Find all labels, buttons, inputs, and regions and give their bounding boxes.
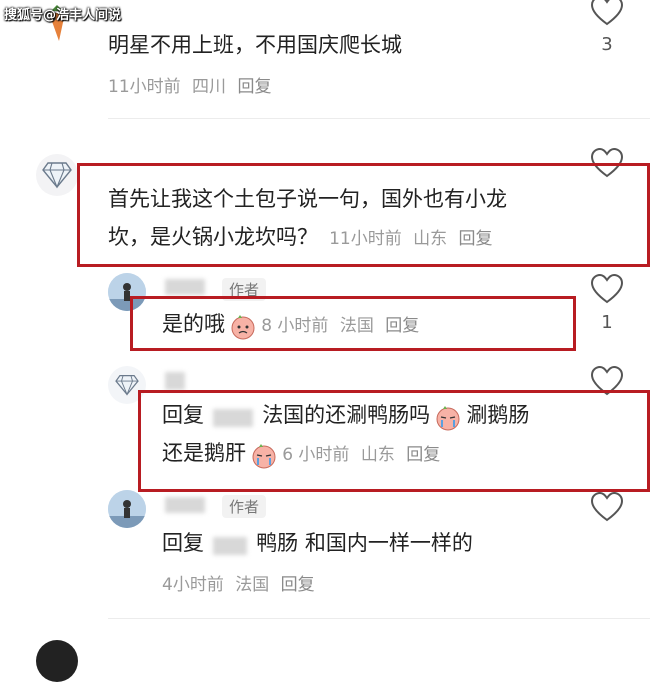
like-button[interactable] (590, 491, 624, 526)
crying-face-emoji (436, 405, 460, 430)
blurred-username (165, 494, 205, 513)
comment-location: 四川 (192, 77, 227, 97)
comment-meta: 11小时前 山东 回复 (329, 229, 498, 249)
reply-line: 回复 法国的还涮鸭肠吗 涮鹅肠 (162, 396, 529, 434)
crying-face-emoji (252, 443, 276, 468)
commenter-avatar[interactable] (36, 154, 78, 196)
reply-prefix: 回复 (162, 403, 204, 427)
reply-line: 是的哦 8 小时前 法国 回复 (162, 305, 425, 343)
divider (108, 118, 650, 119)
comment-time: 11小时前 (329, 229, 402, 249)
comment-line2: 坎，是火锅小龙坎吗？ 11小时前 山东 回复 (108, 218, 499, 256)
reply-location: 法国 (339, 316, 374, 336)
reply-location: 山东 (360, 445, 395, 465)
reply-prefix: 回复 (162, 531, 204, 555)
blurred-username (213, 408, 254, 427)
diamond-icon (42, 162, 72, 189)
comment-text: 坎，是火锅小龙坎吗？ (108, 225, 318, 249)
comment-meta: 11小时前 四川 回复 (108, 72, 277, 97)
replier-avatar[interactable] (108, 490, 146, 528)
like-button[interactable] (590, 0, 624, 30)
watermark: 搜狐号@浩丰人间说 (4, 8, 122, 23)
reply-text: 鸭肠 和国内一样一样的 (256, 531, 473, 555)
heart-outline-icon (590, 491, 624, 522)
blurred-username (165, 276, 205, 295)
reply-meta: 8 小时前 法国 回复 (261, 316, 425, 336)
commenter-avatar[interactable] (36, 640, 78, 682)
like-count: 1 (601, 312, 613, 333)
reply-time: 4小时前 (162, 575, 224, 595)
crying-face-emoji (231, 314, 255, 339)
reply-location: 法国 (235, 575, 270, 595)
reply-time: 6 小时前 (282, 445, 350, 465)
comment-text: 明星不用上班，不用国庆爬长城 (108, 33, 402, 57)
author-tag: 作者 (222, 495, 267, 518)
reply-button[interactable]: 回复 (237, 77, 271, 97)
reply-text: 还是鹅肝 (162, 441, 246, 465)
reply-text: 是的哦 (162, 312, 225, 336)
diamond-icon (115, 374, 139, 396)
reply-button[interactable]: 回复 (281, 575, 315, 595)
like-count: 3 (601, 34, 613, 55)
heart-outline-icon (590, 0, 624, 26)
person-photo-icon (108, 490, 146, 528)
reply-meta: 4小时前 法国 回复 (162, 570, 321, 595)
reply-time: 8 小时前 (261, 316, 329, 336)
comment-location: 山东 (413, 229, 448, 249)
reply-button[interactable]: 回复 (459, 229, 493, 249)
reply-line: 回复 鸭肠 和国内一样一样的 (162, 524, 473, 562)
reply-text: 涮鹅肠 (466, 403, 530, 427)
comment-time: 11小时前 (108, 77, 181, 97)
reply-button[interactable]: 回复 (406, 445, 440, 465)
comment-text: 首先让我这个土包子说一句，国外也有小龙 (108, 187, 507, 211)
heart-outline-icon (590, 273, 624, 304)
reply-line: 还是鹅肝 6 小时前 山东 回复 (162, 434, 446, 472)
divider (108, 618, 650, 619)
reply-button[interactable]: 回复 (385, 316, 419, 336)
blurred-username (165, 370, 185, 390)
reply-meta: 6 小时前 山东 回复 (282, 445, 446, 465)
reply-text: 法国的还涮鸭肠吗 (262, 403, 431, 427)
like-button[interactable] (590, 273, 624, 308)
blurred-username (213, 536, 248, 555)
